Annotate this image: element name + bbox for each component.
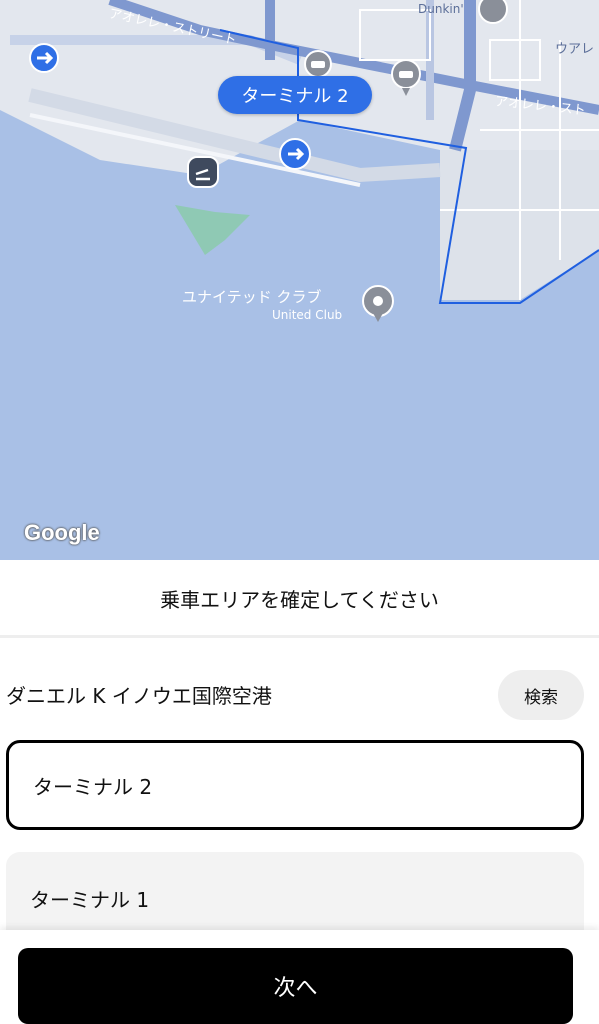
car-icon[interactable] (388, 58, 424, 98)
search-button[interactable]: 検索 (498, 670, 584, 720)
departures-icon[interactable] (186, 155, 220, 189)
next-button[interactable]: 次へ (18, 948, 573, 1024)
pickup-option-label: ターミナル 2 (33, 774, 153, 799)
airport-icon[interactable] (28, 42, 60, 74)
lounge-pin-icon[interactable] (360, 284, 396, 328)
divider (0, 635, 599, 638)
sheet-title: 乗車エリアを確定してください (160, 587, 439, 612)
poi-label: ユナイテッド クラブ (182, 288, 322, 306)
restaurant-icon[interactable] (476, 0, 510, 26)
pickup-option-label: ターミナル 1 (30, 888, 150, 912)
airport-name: ダニエル K イノウエ国際空港 (6, 684, 272, 708)
street-label: ウアレ (555, 42, 595, 57)
pickup-option-selected[interactable]: ターミナル 2 (6, 740, 584, 830)
poi-label: Dunkin' (418, 2, 464, 16)
poi-label: United Club (272, 308, 343, 322)
google-logo: Google (24, 520, 100, 545)
map-view[interactable]: アオレレ・ストリート ウアレ アオレレ・スト Dunkin' ユナイテッド クラ… (0, 0, 599, 560)
selected-pickup-pin[interactable]: ターミナル 2 (218, 76, 372, 114)
airport-terminal-pin-icon[interactable] (278, 137, 312, 171)
